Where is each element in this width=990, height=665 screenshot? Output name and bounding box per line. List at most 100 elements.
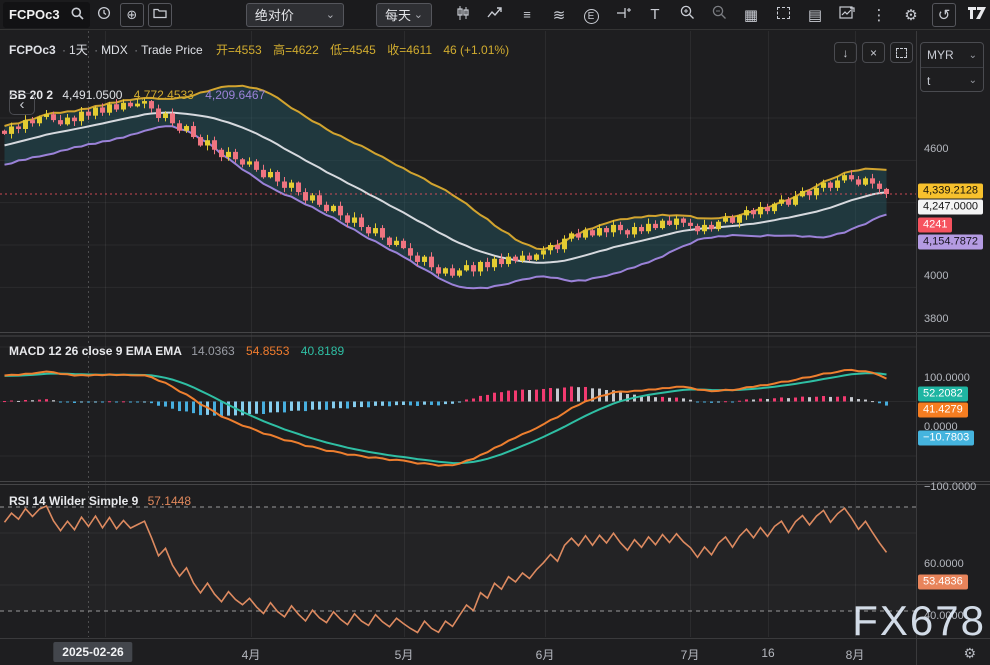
rsi-title[interactable]: RSI 14 Wilder Simple 9 <box>9 494 138 508</box>
macd-histogram-bar <box>108 401 111 402</box>
maximize-pane-button[interactable]: × <box>862 42 885 63</box>
scroll-to-recent-button[interactable]: ↓ <box>834 42 857 63</box>
candle-body <box>408 248 413 255</box>
macd-histogram-bar <box>388 402 391 407</box>
macd-histogram-bar <box>675 398 678 402</box>
candle-body <box>625 230 630 234</box>
fullscreen-frame-icon <box>896 48 907 58</box>
legend-collapse-button[interactable]: ‹ <box>9 93 35 115</box>
candle-body <box>772 204 777 211</box>
symbol-text: FCPOc3 <box>9 7 60 22</box>
macd-histogram-bar <box>486 395 489 402</box>
table-view-button[interactable]: ▦ <box>738 6 764 24</box>
candle-body <box>506 257 511 264</box>
settings-gear-button[interactable]: ⚙ <box>898 6 924 24</box>
time-scale-settings-button[interactable]: ⚙ <box>963 645 976 662</box>
measure-button[interactable] <box>610 5 636 24</box>
indicators-button[interactable]: ≋ <box>546 6 572 24</box>
circled-e-icon: E <box>584 9 599 24</box>
time-scale[interactable]: 2025-02-26 ⚙ 4月5月6月7月168月 <box>0 638 990 665</box>
candle-body <box>667 221 672 225</box>
macd-histogram-bar <box>500 392 503 401</box>
candle-body <box>835 180 840 187</box>
zoom-out-button[interactable] <box>706 5 732 24</box>
candle-body <box>730 217 735 222</box>
candle-body <box>436 267 441 273</box>
macd-histogram-bar <box>458 402 461 403</box>
publish-chart-button[interactable] <box>834 5 860 24</box>
undo-button[interactable]: ↺ <box>932 3 956 27</box>
interval-dropdown[interactable]: 每天 ⌄ <box>376 3 432 27</box>
screenshot-button[interactable] <box>770 6 796 23</box>
macd-histogram-bar <box>780 397 783 401</box>
zoom-in-button[interactable] <box>674 5 700 24</box>
candle-body <box>233 152 238 159</box>
candle-body <box>338 206 343 216</box>
macd-histogram-bar <box>689 400 692 402</box>
chevron-down-icon: ⌄ <box>326 8 335 21</box>
text-tool-button[interactable]: T <box>642 6 668 23</box>
chevron-down-icon: ⌄ <box>414 8 423 21</box>
candle-body <box>65 118 70 125</box>
macd-histogram-bar <box>724 401 727 402</box>
candle-body <box>842 175 847 180</box>
macd-histogram-bar <box>451 402 454 404</box>
macd-histogram-bar <box>31 400 34 401</box>
macd-histogram-bar <box>17 401 20 402</box>
candle-body <box>422 257 427 262</box>
macd-histogram-bar <box>850 397 853 401</box>
layers-button[interactable]: ≡ <box>514 7 540 22</box>
candle-body <box>485 262 490 267</box>
candle-body <box>450 268 455 275</box>
candle-body <box>317 195 322 205</box>
candle-body <box>58 120 63 124</box>
more-options-button[interactable]: ⋮ <box>866 6 892 24</box>
fullscreen-button[interactable] <box>890 42 913 63</box>
candle-body <box>569 233 574 238</box>
symbol-search-input[interactable]: FCPOc3 <box>3 2 90 28</box>
candle-body <box>660 221 665 228</box>
legend-interval[interactable]: 1天 <box>69 43 88 57</box>
add-symbol-button[interactable]: ⊕ <box>120 3 144 27</box>
macd-histogram-bar <box>269 402 272 413</box>
macd-title[interactable]: MACD 12 26 close 9 EMA EMA <box>9 344 182 358</box>
currency-selector[interactable]: MYR ⌄ <box>921 43 983 68</box>
fx678-watermark: FX678 <box>852 597 986 645</box>
macd-histogram-bar <box>136 402 139 403</box>
candle-body <box>877 184 882 189</box>
legend-change: 46 (+1.01%) <box>443 43 509 57</box>
watchlist-folder-button[interactable] <box>148 3 172 27</box>
history-clock-button[interactable] <box>92 3 116 27</box>
candle-body <box>170 113 175 123</box>
candle-body <box>884 189 889 194</box>
price-type-dropdown[interactable]: 绝对价 ⌄ <box>246 3 344 27</box>
candle-body <box>814 188 819 195</box>
macd-histogram-bar <box>283 402 286 413</box>
macd-histogram-bar <box>885 402 888 406</box>
notes-button[interactable]: ▤ <box>802 6 828 24</box>
macd-histogram-bar <box>647 396 650 401</box>
macd-histogram-bar <box>878 402 881 404</box>
candle-body <box>219 150 224 157</box>
candle-body <box>751 210 756 214</box>
macd-histogram-bar <box>542 389 545 402</box>
macd-tick: 100.0000 <box>924 372 970 384</box>
macd-histogram-bar <box>682 398 685 401</box>
compare-chart-button[interactable] <box>482 5 508 24</box>
candlestick-style-button[interactable] <box>450 5 476 25</box>
macd-histogram-bar <box>346 402 349 409</box>
unit-selector[interactable]: t ⌄ <box>921 68 983 93</box>
candle-body <box>415 256 420 262</box>
macd-histogram-bar <box>822 396 825 401</box>
macd-histogram-bar <box>115 402 118 403</box>
candle-body <box>555 245 560 249</box>
chevron-down-icon: ⌄ <box>969 50 977 61</box>
tradingview-logo[interactable] <box>964 6 990 24</box>
macd-histogram-bar <box>514 390 517 401</box>
candle-body <box>191 126 196 137</box>
legend-close: 收=4611 <box>387 43 432 57</box>
macd-histogram-bar <box>444 402 447 405</box>
macd-line <box>5 370 887 466</box>
economic-events-button[interactable]: E <box>578 6 604 24</box>
legend-symbol[interactable]: FCPOc3 <box>9 43 56 57</box>
